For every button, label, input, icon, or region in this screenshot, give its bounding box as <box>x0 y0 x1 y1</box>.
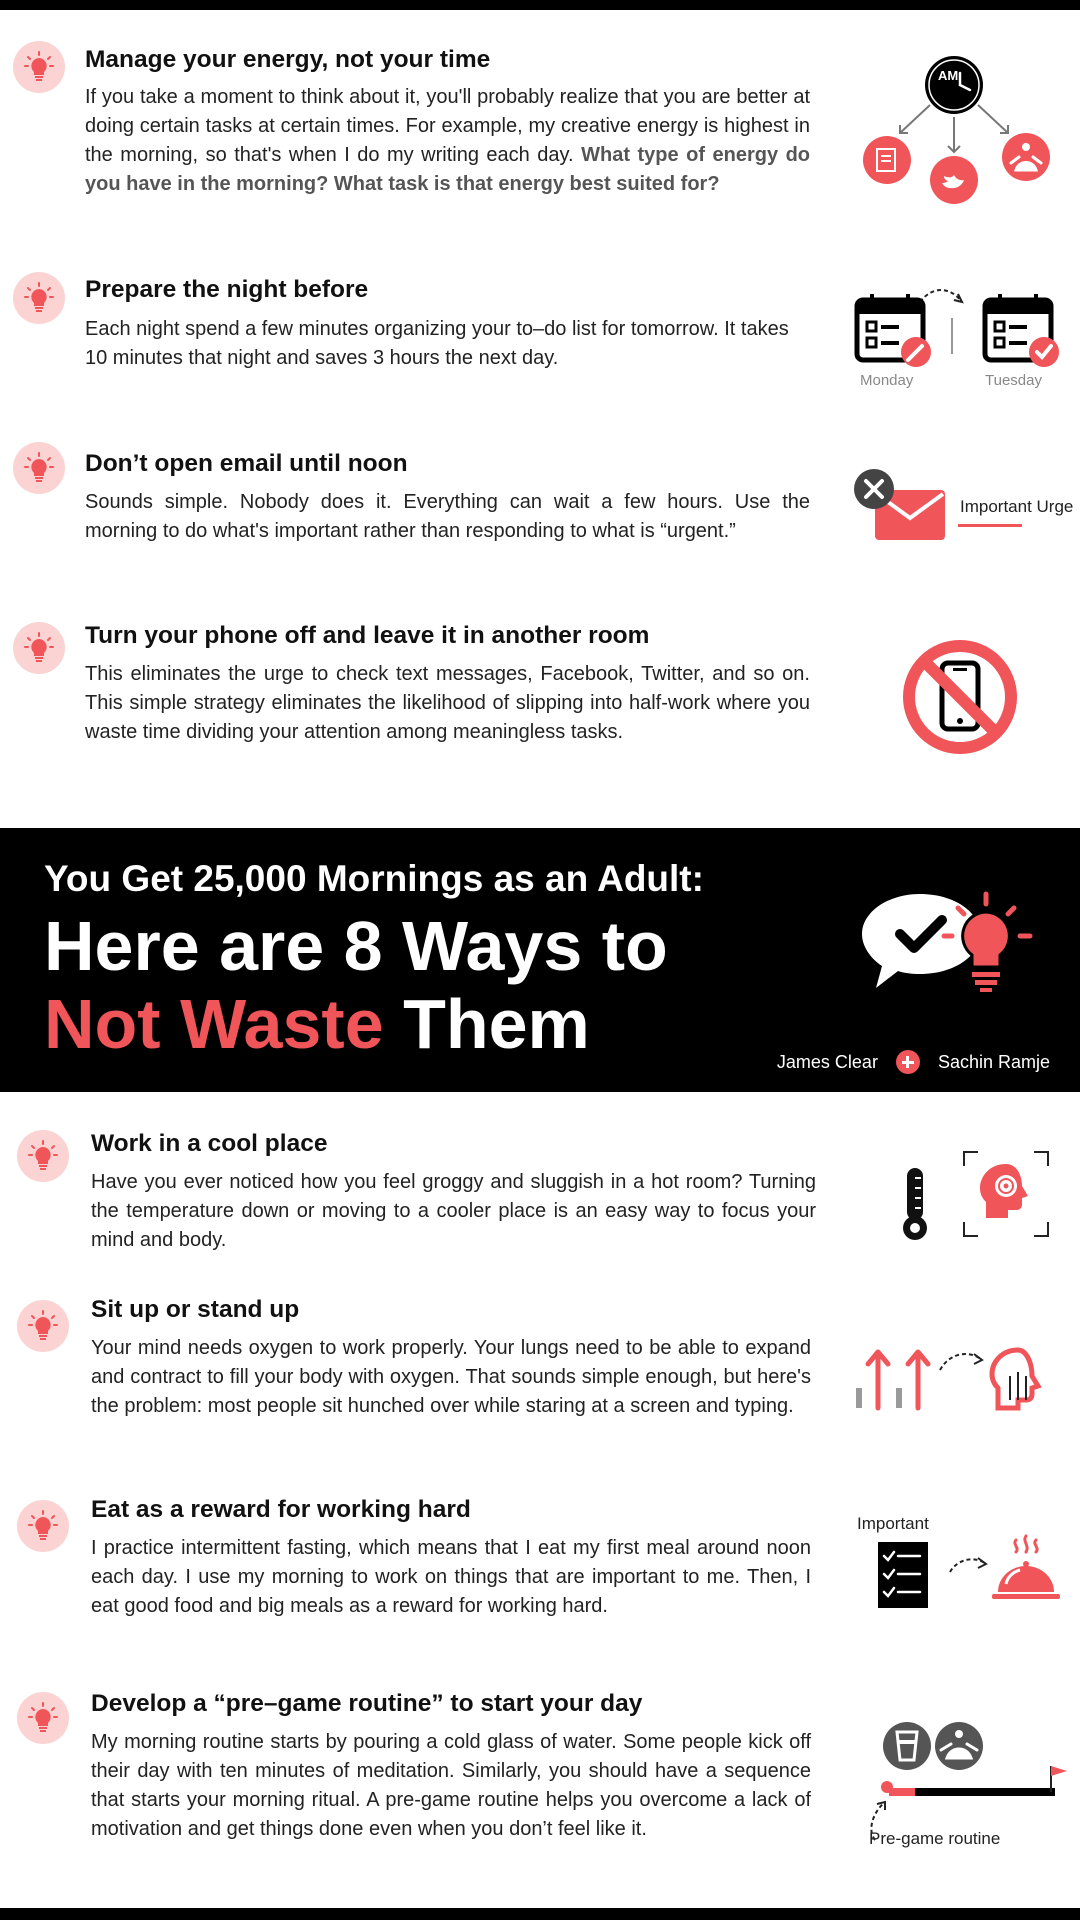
chat-check-lightbulb-icon <box>858 888 1048 1018</box>
banner-headline-red: Not Waste <box>44 985 384 1063</box>
lightbulb-icon <box>13 272 65 324</box>
tip-manage-energy: Manage your energy, not your time If you… <box>0 0 1080 240</box>
hero-banner: You Get 25,000 Mornings as an Adult: Her… <box>0 828 1080 1092</box>
lightbulb-icon <box>17 1692 69 1744</box>
tip-eat-reward: Eat as a reward for working hard I pract… <box>0 1490 1080 1670</box>
no-email-icon <box>853 468 953 548</box>
posture-arrows-icon <box>850 1340 1050 1420</box>
routine-timeline-icon <box>855 1716 1070 1846</box>
tip-prepare-night: Prepare the night before Each night spen… <box>0 260 1080 420</box>
lightbulb-icon <box>17 1500 69 1552</box>
tip-body: I practice intermittent fasting, which m… <box>91 1537 811 1617</box>
tip-title: Eat as a reward for working hard <box>91 1496 471 1523</box>
banner-headline-line1: Here are 8 Ways to <box>44 907 668 985</box>
focus-head-icon <box>962 1150 1050 1238</box>
authors: James Clear Sachin Ramje <box>777 1050 1050 1074</box>
tip-body: Each night spend a few minutes organizin… <box>85 318 789 369</box>
lightbulb-icon <box>17 1300 69 1352</box>
calendar-caption-monday: Monday <box>860 372 914 389</box>
calendar-pair-icon: Monday Tuesday <box>850 288 1070 389</box>
important-caption: Important <box>857 1514 929 1533</box>
tip-title: Sit up or stand up <box>91 1296 300 1323</box>
lightbulb-icon <box>17 1130 69 1182</box>
tip-body: Have you ever noticed how you feel grogg… <box>91 1171 816 1251</box>
tip-body: Sounds simple. Nobody does it. Everythin… <box>85 491 810 542</box>
tip-title: Develop a “pre–game routine” to start yo… <box>91 1690 643 1717</box>
calendar-caption-tuesday: Tuesday <box>985 372 1042 389</box>
banner-headline-white: Them <box>403 985 590 1063</box>
lightbulb-icon <box>13 41 65 93</box>
tip-body: Your mind needs oxygen to work properly.… <box>91 1337 811 1417</box>
tip-body: My morning routine starts by pouring a c… <box>91 1731 811 1840</box>
tip-title: Work in a cool place <box>91 1130 328 1157</box>
checklist-meal-icon <box>870 1534 1065 1614</box>
lightbulb-icon <box>13 622 65 674</box>
tip-pregame-routine: Develop a “pre–game routine” to start yo… <box>0 1680 1080 1908</box>
thermometer-icon <box>895 1164 935 1244</box>
plus-icon <box>895 1050 920 1074</box>
tip-no-email: Don’t open email until noon Sounds simpl… <box>0 432 1080 572</box>
author-james-clear: James Clear <box>776 1051 878 1072</box>
caption-underline <box>958 524 1022 527</box>
important-urgent-caption: Important Urge <box>960 497 1074 516</box>
tip-body: This eliminates the urge to check text m… <box>85 663 810 743</box>
lightbulb-icon <box>13 442 65 494</box>
tip-phone-off: Turn your phone off and leave it in anot… <box>0 605 1080 775</box>
author-sachin-ramje: Sachin Ramje <box>937 1051 1050 1072</box>
tip-cool-place: Work in a cool place Have you ever notic… <box>0 1120 1080 1270</box>
tip-title: Prepare the night before <box>85 276 369 303</box>
tip-title: Manage your energy, not your time <box>85 46 491 73</box>
pregame-routine-caption: Pre-game routine <box>869 1829 1001 1848</box>
tip-title: Don’t open email until noon <box>85 450 408 477</box>
banner-subtitle: You Get 25,000 Mornings as an Adult: <box>44 858 704 899</box>
am-clock-branches-icon: AM <box>860 55 1060 210</box>
tip-sit-stand: Sit up or stand up Your mind needs oxyge… <box>0 1290 1080 1470</box>
bottom-border <box>0 1908 1080 1920</box>
tip-body: If you take a moment to think about it, … <box>85 86 810 195</box>
banner-headline-line2: Not Waste Them <box>44 984 590 1064</box>
no-phone-icon <box>900 637 1020 757</box>
tip-title: Turn your phone off and leave it in anot… <box>85 622 650 649</box>
svg-text:AM: AM <box>938 68 958 83</box>
